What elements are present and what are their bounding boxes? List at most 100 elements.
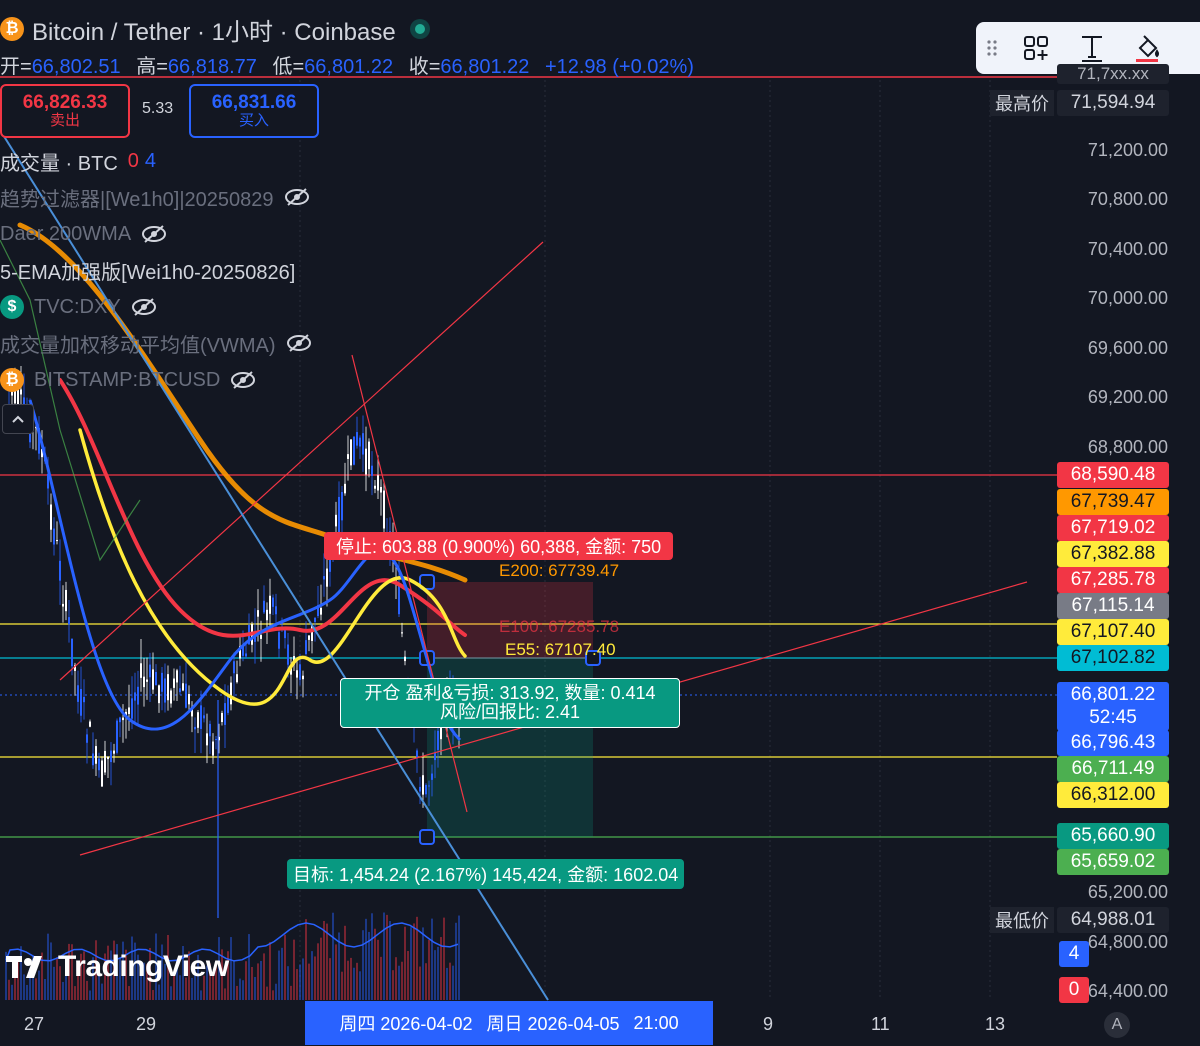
range-time: 21:00 — [633, 1012, 679, 1033]
volume-bar — [365, 918, 367, 1000]
eye-hidden-icon[interactable] — [131, 297, 157, 317]
eye-hidden-icon[interactable] — [141, 224, 167, 244]
price-label: 67,115.14 — [1057, 593, 1169, 619]
candle-body — [194, 726, 196, 730]
collapse-legend-button[interactable] — [2, 404, 34, 434]
indicator-volume[interactable]: 成交量 · BTC 0 4 — [0, 146, 156, 176]
stop-loss-label[interactable]: 停止: 603.88 (0.900%) 60,388, 金额: 750 — [324, 532, 674, 560]
candle-body — [365, 448, 367, 475]
candle-body — [299, 664, 301, 680]
volume-bar — [395, 957, 397, 1000]
volume-bar — [296, 969, 298, 1000]
volume-bar — [254, 977, 256, 1000]
time-range-selection[interactable]: 周四 2026-04-02 周日 2026-04-05 21:00 — [305, 1001, 713, 1045]
sell-price: 66,826.33 — [22, 92, 108, 114]
volume-bar — [341, 971, 343, 1000]
volume-bar — [371, 913, 373, 1000]
candle-body — [59, 560, 61, 581]
volume-bar — [404, 926, 406, 1000]
candle-body — [107, 756, 109, 760]
candle-body — [77, 685, 79, 702]
volume-bar — [89, 990, 91, 1000]
volume-bar — [362, 930, 364, 1000]
indicator-200wma[interactable]: Daer 200WMA — [0, 219, 167, 249]
volume-bar — [407, 950, 409, 1000]
volume-bar — [431, 918, 433, 1000]
ohlc-legend: 开=66,802.51 高=66,818.77 低=66,801.22 收=66… — [0, 50, 694, 79]
wma200-label: Daer 200WMA — [0, 222, 132, 245]
symbol-title[interactable]: ₿ Bitcoin / Tether · 1小时 · Coinbase — [0, 12, 430, 46]
target-label[interactable]: 目标: 1,454.24 (2.167%) 145,424, 金额: 1602.… — [287, 859, 685, 889]
candle-body — [176, 670, 178, 683]
tradingview-logo-text: TradingView — [58, 950, 229, 983]
sell-button[interactable]: 66,826.33 卖出 — [0, 84, 130, 138]
candle-body — [170, 690, 172, 704]
volume-bar — [329, 958, 331, 1000]
volume-bar — [245, 961, 247, 1000]
price-tick: 71,200.00 — [1087, 140, 1168, 160]
volume-bar — [458, 915, 460, 1000]
objects-plus-icon — [1024, 36, 1048, 60]
candle-body — [179, 688, 181, 693]
candle-body — [89, 721, 91, 727]
chart-canvas[interactable] — [0, 0, 1200, 1046]
volume-bar — [443, 917, 445, 1000]
volume-bar — [236, 985, 238, 1000]
candle-body — [113, 750, 115, 754]
drag-handle-icon[interactable] — [976, 22, 1008, 74]
eye-hidden-icon[interactable] — [230, 370, 256, 390]
bitcoin-icon: ₿ — [0, 368, 24, 392]
position-info-label[interactable]: 开仓 盈利&亏损: 313.92, 数量: 0.414 风险/回报比: 2.41 — [340, 678, 680, 728]
buy-button[interactable]: 66,831.66 买入 — [189, 84, 319, 138]
indicator-bitstamp[interactable]: ₿ BITSTAMP:BTCUSD — [0, 365, 256, 395]
volume-value-2: 4 — [144, 149, 157, 172]
candle-body — [122, 717, 124, 721]
candle-body — [236, 674, 238, 683]
candle-body — [161, 672, 163, 692]
volume-bar — [287, 966, 289, 1000]
time-tick: 29 — [136, 1014, 157, 1034]
eye-hidden-icon[interactable] — [284, 187, 310, 207]
candle-body — [356, 432, 358, 446]
indicator-ema5[interactable]: 5-EMA加强版[Wei1h0-20250826] — [0, 255, 295, 285]
low-value: 66,801.22 — [304, 56, 394, 78]
low-label: 低= — [272, 56, 305, 78]
indicator-dxy[interactable]: $ TVC:DXY — [0, 292, 157, 322]
volume-bar — [248, 934, 250, 1000]
candle-body — [338, 496, 340, 536]
volume-bar — [101, 983, 103, 1000]
candle-body — [56, 539, 58, 542]
add-object-button[interactable] — [1008, 22, 1064, 74]
candle-body — [164, 678, 166, 703]
volume-bar — [272, 990, 274, 1000]
volume-bar — [389, 921, 391, 1000]
indicator-vwma[interactable]: 成交量加权移动平均值(VWMA) — [0, 328, 312, 358]
price-label: 67,719.02 — [1057, 515, 1169, 541]
candle-body — [266, 609, 268, 621]
candle-body — [206, 733, 208, 746]
candle-body — [140, 663, 142, 678]
volume-bar — [452, 965, 454, 1000]
candle-body — [353, 436, 355, 465]
auto-scale-button[interactable]: A — [1104, 1012, 1130, 1038]
candle-body — [224, 703, 226, 725]
candle-body — [230, 682, 232, 705]
candle-body — [158, 685, 160, 704]
volume-bar — [377, 939, 379, 1000]
candle-body — [437, 730, 439, 750]
price-label: 67,107.40 — [1057, 619, 1169, 645]
eye-hidden-icon[interactable] — [286, 333, 312, 353]
candle-body — [173, 678, 175, 688]
candle-body — [83, 696, 85, 703]
candle-body — [404, 656, 406, 662]
candle-body — [104, 750, 106, 773]
candle-body — [146, 679, 148, 682]
candle-body — [86, 734, 88, 743]
text-icon — [1082, 36, 1102, 62]
indicator-trend-filter[interactable]: 趋势过滤器|[We1h0]|20250829 — [0, 182, 310, 212]
volume-bar — [269, 942, 271, 1000]
time-tick: 27 — [24, 1014, 45, 1034]
vwma-label: 成交量加权移动平均值(VWMA) — [0, 334, 276, 357]
dxy-label: TVC:DXY — [34, 295, 121, 318]
candle-body — [269, 595, 271, 614]
